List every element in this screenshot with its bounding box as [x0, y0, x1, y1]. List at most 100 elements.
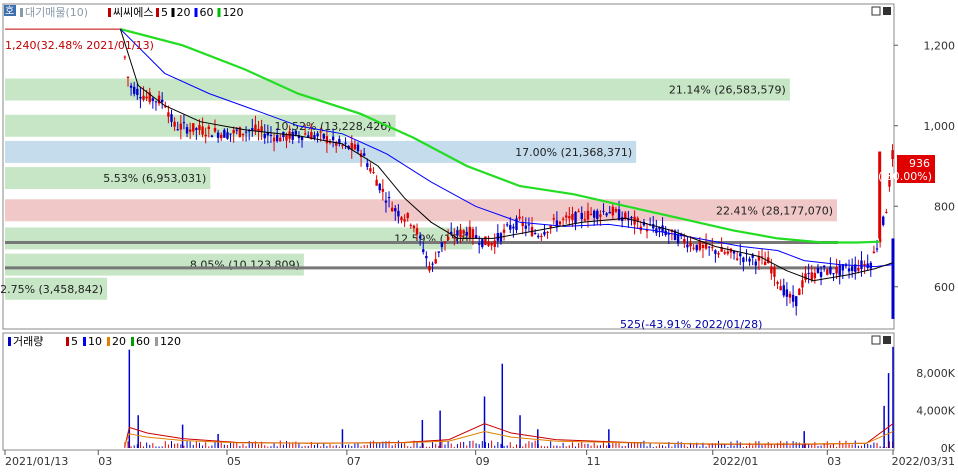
candle-body [303, 133, 307, 135]
candle-body [763, 261, 767, 266]
candle-body [552, 218, 555, 220]
high-annotation: 1,240(32.48% 2021/01/13) [5, 39, 154, 52]
candle-body [561, 218, 565, 220]
candle-body [850, 266, 854, 272]
volume-profile-label: 8.05% (10,123,809) [190, 259, 300, 272]
candle-body [170, 114, 173, 122]
candle-body [338, 138, 341, 144]
current-price: 936 [909, 157, 930, 170]
candle-body [154, 101, 158, 103]
volume-profile-label: 5.53% (6,953,031) [103, 172, 206, 185]
x-tick-label: 09 [476, 455, 490, 468]
volume-profile-label: 2.75% (3,458,842) [0, 283, 103, 296]
candle-body [198, 125, 201, 131]
candle-body [390, 207, 394, 212]
candle-body [801, 280, 804, 288]
candle-body [459, 229, 462, 238]
legend-label: 씨씨에스 [113, 6, 153, 19]
candle-body [735, 258, 739, 260]
stock-chart: 21.14% (26,583,579) 10.52% (13,228,426) 17… [0, 0, 958, 468]
candle-body [788, 293, 792, 298]
candle-body [592, 210, 596, 218]
candle-body [537, 235, 540, 238]
candle-body [860, 260, 863, 270]
x-axis: 2021/01/13 03 05 07 09 11 2022/01 03 2022/03/31 [4, 450, 955, 468]
candle-body [496, 233, 500, 241]
candle-body [241, 133, 245, 136]
candle-body [689, 242, 692, 247]
price-legend: 대기매물(10) 씨씨에스 5 20 60 120 [20, 6, 244, 19]
legend-badge[interactable]: 호 [5, 5, 14, 17]
candle-body [822, 265, 826, 268]
candle-body [695, 244, 698, 251]
candle-body [316, 133, 319, 137]
candle-body [291, 131, 294, 140]
candle-body [201, 126, 204, 135]
candle-body [829, 266, 832, 274]
x-tick-label: 2022/01 [713, 455, 759, 468]
volume-panel-close-button[interactable] [883, 336, 891, 344]
candle-body [415, 228, 419, 235]
candle-body [207, 126, 210, 130]
candle-body [341, 145, 344, 147]
candle-body [617, 209, 621, 220]
candle-body [254, 124, 257, 131]
volume-legend-swatch [155, 337, 158, 346]
candle-body [546, 231, 549, 233]
candle-body [279, 137, 282, 142]
candle-body [412, 225, 416, 229]
x-tick-label: 05 [227, 455, 241, 468]
candle-body [487, 241, 490, 246]
candle-body [484, 236, 487, 245]
candle-body [882, 216, 885, 225]
candle-body [319, 131, 322, 133]
volume-legend-label: 5 [71, 335, 78, 348]
candle-body [782, 285, 785, 296]
volume-panel-minimize-button[interactable] [871, 335, 881, 345]
volume-legend-swatch [8, 337, 11, 346]
candle-body [409, 224, 413, 226]
candle-body [260, 126, 263, 132]
candle-body [173, 121, 176, 127]
candle-body [235, 129, 238, 131]
candle-body [350, 142, 353, 150]
candle-body [779, 286, 782, 291]
candle-body [136, 88, 139, 96]
candle-body [739, 253, 742, 257]
candle-body [369, 168, 372, 172]
x-tick-label: 07 [347, 455, 361, 468]
candle-body [353, 144, 357, 150]
candle-body [462, 230, 465, 234]
candle-body [192, 123, 195, 132]
candle-body [798, 288, 801, 296]
volume-legend-label: 20 [112, 335, 126, 348]
candle-body [875, 248, 879, 250]
price-panel-close-button[interactable] [883, 7, 891, 15]
candle-body [533, 232, 537, 234]
chart-svg: 21.14% (26,583,579)10.52% (13,228,426)17… [0, 3, 956, 468]
candle-body [481, 239, 484, 247]
candle-body [605, 213, 608, 216]
candle-body [857, 267, 860, 271]
candle-body [835, 266, 838, 274]
x-tick-label: 2021/01/13 [5, 455, 68, 468]
candle-body [596, 210, 599, 219]
candle-body [126, 76, 130, 78]
candle-body [422, 249, 425, 252]
candle-body [490, 242, 493, 246]
candle-body [543, 231, 546, 235]
legend-label: 대기매물(10) [25, 6, 88, 19]
candle-body [453, 237, 456, 239]
candle-body [185, 127, 189, 134]
candle-body [586, 210, 590, 220]
candle-body [406, 213, 409, 219]
candle-body [465, 231, 468, 236]
legend-swatch [20, 8, 23, 17]
candle-body [188, 129, 192, 132]
price-panel-minimize-button[interactable] [871, 6, 881, 16]
candle-body [269, 134, 273, 136]
volume-legend-label: 120 [160, 335, 181, 348]
candle-body [891, 150, 894, 160]
candle-body [608, 211, 611, 214]
candle-body [813, 272, 817, 279]
